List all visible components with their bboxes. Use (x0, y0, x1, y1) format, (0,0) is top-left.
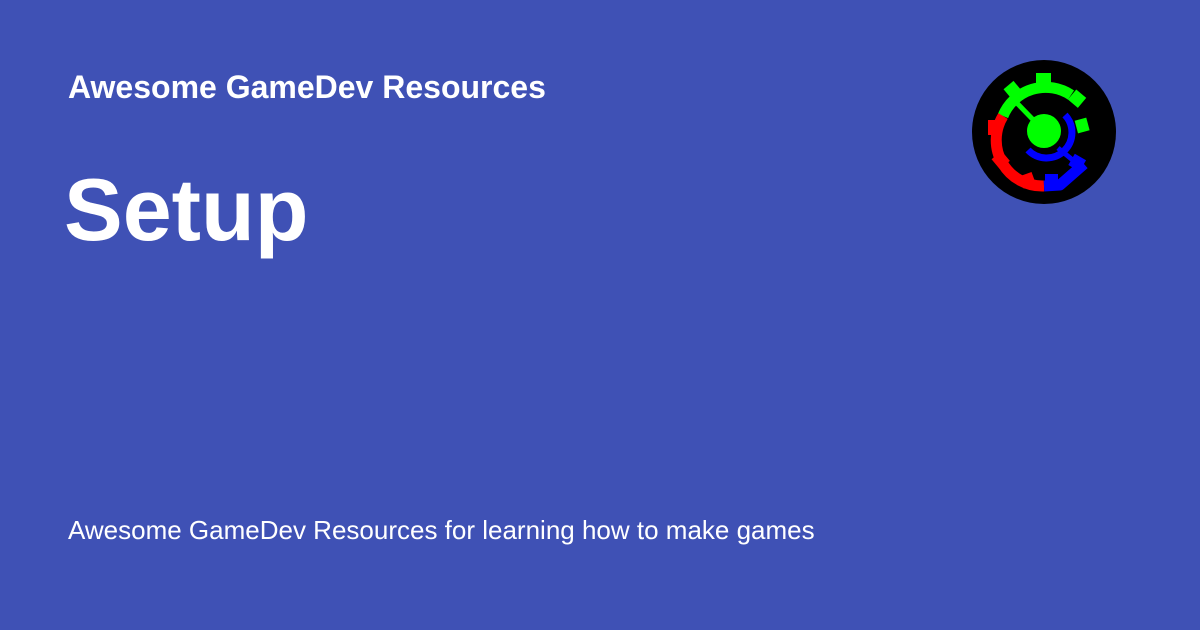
page-title: Setup (64, 160, 309, 259)
logo-green-hub (1027, 114, 1061, 148)
gamedev-gear-logo-icon (972, 60, 1116, 204)
page-description: Awesome GameDev Resources for learning h… (68, 515, 815, 545)
logo-red-tooth (988, 120, 999, 135)
site-name: Awesome GameDev Resources (68, 69, 546, 105)
logo-green-tooth (1036, 73, 1051, 84)
social-card: Awesome GameDev Resources Setup Awesome … (0, 0, 1200, 630)
logo-blue-tooth (1045, 174, 1058, 187)
